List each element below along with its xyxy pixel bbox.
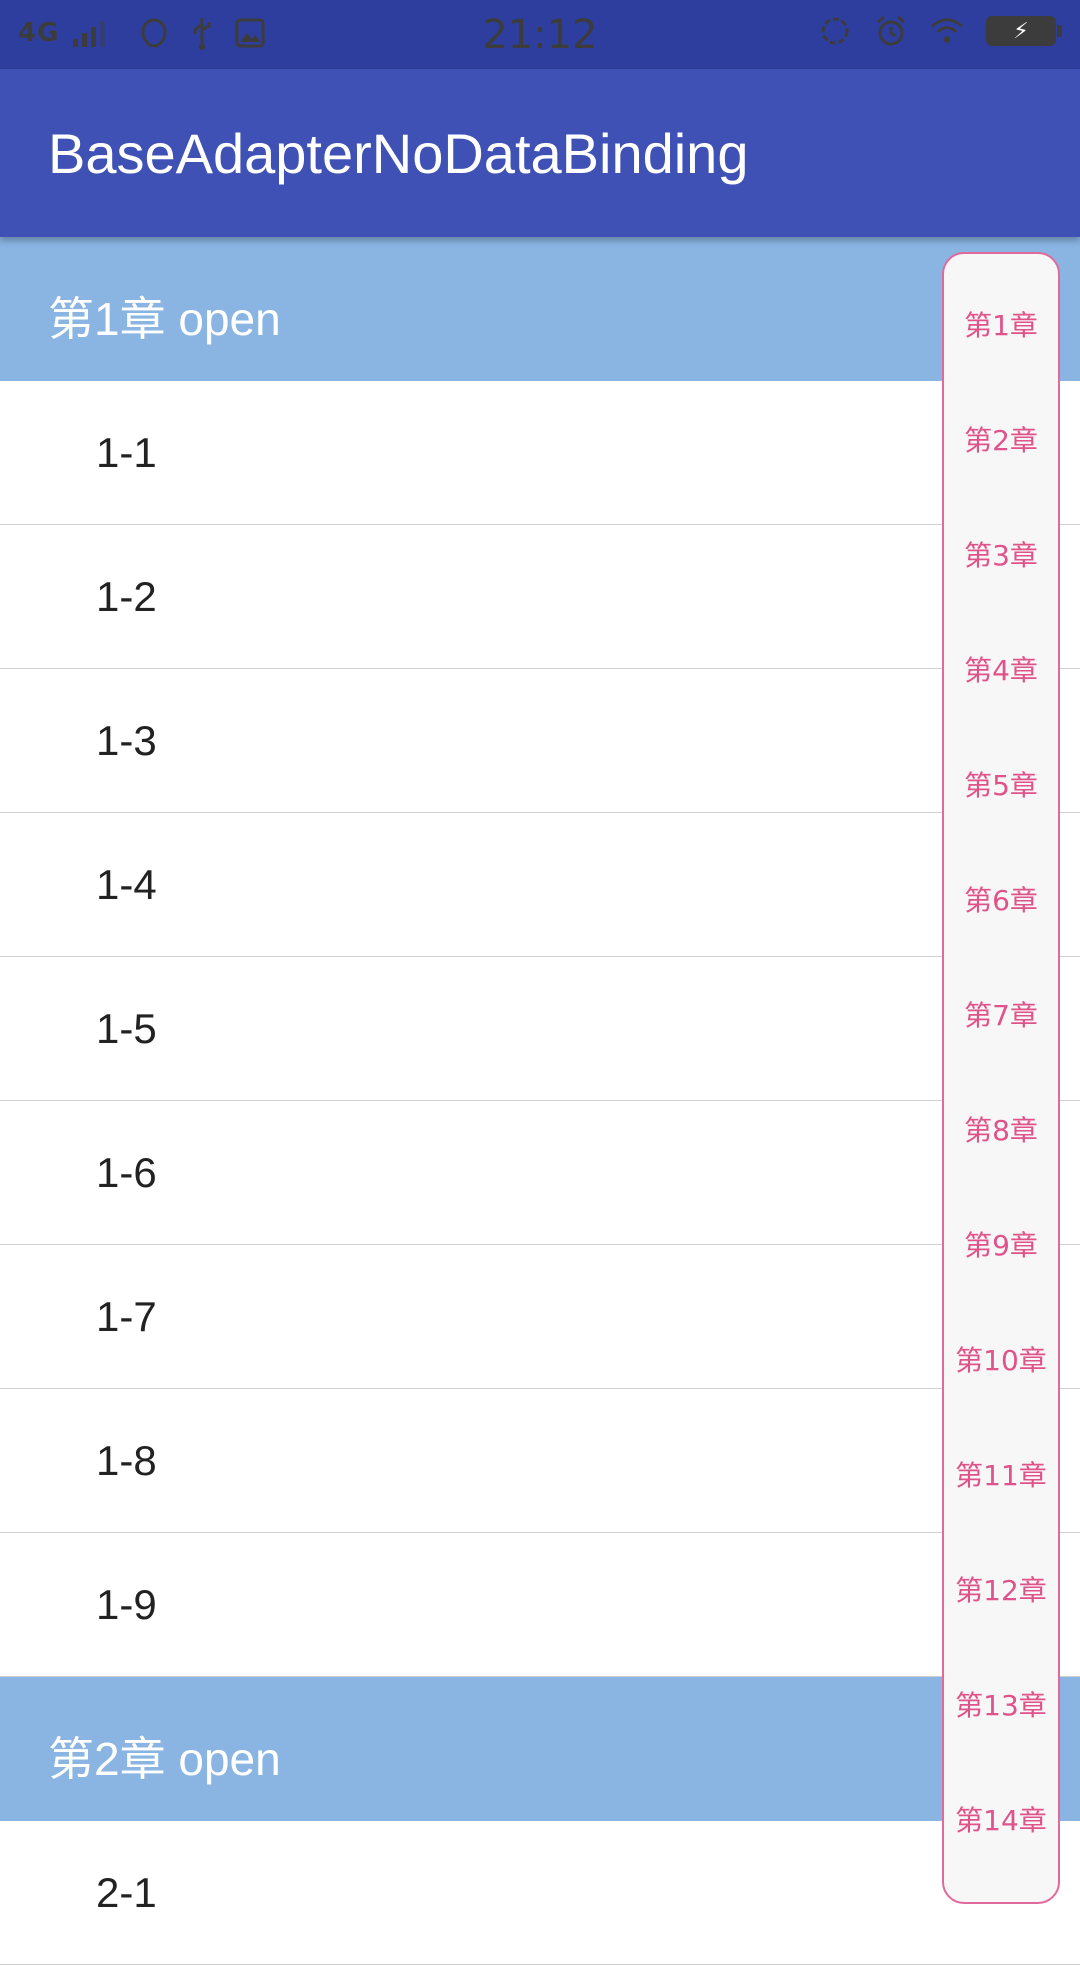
list-item[interactable]: 2-1 bbox=[0, 1821, 1080, 1965]
status-right-icons: ⚡ bbox=[818, 14, 1062, 48]
list-item-label: 1-8 bbox=[96, 1437, 157, 1484]
chapter-index-bar[interactable]: 第1章 第2章 第3章 第4章 第5章 第6章 第7章 第8章 第9章 第10章… bbox=[942, 252, 1060, 1904]
list-item[interactable]: 1-3 bbox=[0, 669, 1080, 813]
chapter-list[interactable]: 第1章 open 1-1 1-2 1-3 1-4 1-5 1-6 1-7 1-8… bbox=[0, 237, 1080, 1965]
app-title: BaseAdapterNoDataBinding bbox=[48, 122, 749, 185]
list-item-label: 1-3 bbox=[96, 717, 157, 764]
list-item[interactable]: 1-7 bbox=[0, 1245, 1080, 1389]
section-title: 第2章 open bbox=[48, 1733, 281, 1785]
index-item-7[interactable]: 第7章 bbox=[944, 956, 1058, 1071]
list-item-label: 1-2 bbox=[96, 573, 157, 620]
list-item-label: 1-1 bbox=[96, 429, 157, 476]
list-item-label: 1-5 bbox=[96, 1005, 157, 1052]
list-item[interactable]: 1-6 bbox=[0, 1101, 1080, 1245]
list-item-label: 1-9 bbox=[96, 1581, 157, 1628]
list-item[interactable]: 1-2 bbox=[0, 525, 1080, 669]
index-item-11[interactable]: 第11章 bbox=[944, 1416, 1058, 1531]
list-item[interactable]: 1-1 bbox=[0, 381, 1080, 525]
index-item-14[interactable]: 第14章 bbox=[944, 1761, 1058, 1876]
index-item-13[interactable]: 第13章 bbox=[944, 1646, 1058, 1761]
sync-icon bbox=[818, 14, 852, 48]
index-item-9[interactable]: 第9章 bbox=[944, 1186, 1058, 1301]
list-item-label: 1-4 bbox=[96, 861, 157, 908]
index-item-6[interactable]: 第6章 bbox=[944, 841, 1058, 956]
index-item-1[interactable]: 第1章 bbox=[944, 266, 1058, 381]
index-item-3[interactable]: 第3章 bbox=[944, 496, 1058, 611]
section-header-2[interactable]: 第2章 open bbox=[0, 1677, 1080, 1821]
list-item[interactable]: 1-4 bbox=[0, 813, 1080, 957]
status-bar: 4G 21:12 ⚡ bbox=[0, 0, 1080, 69]
wifi-icon bbox=[930, 14, 964, 48]
list-item[interactable]: 1-9 bbox=[0, 1533, 1080, 1677]
app-bar: BaseAdapterNoDataBinding bbox=[0, 69, 1080, 237]
index-item-5[interactable]: 第5章 bbox=[944, 726, 1058, 841]
index-item-10[interactable]: 第10章 bbox=[944, 1301, 1058, 1416]
index-item-2[interactable]: 第2章 bbox=[944, 381, 1058, 496]
index-item-4[interactable]: 第4章 bbox=[944, 611, 1058, 726]
section-header-1[interactable]: 第1章 open bbox=[0, 237, 1080, 381]
list-item[interactable]: 1-8 bbox=[0, 1389, 1080, 1533]
index-item-12[interactable]: 第12章 bbox=[944, 1531, 1058, 1646]
battery-charging-icon: ⚡ bbox=[986, 16, 1062, 46]
alarm-icon bbox=[874, 14, 908, 48]
index-item-8[interactable]: 第8章 bbox=[944, 1071, 1058, 1186]
list-item-label: 2-1 bbox=[96, 1869, 157, 1916]
list-item-label: 1-6 bbox=[96, 1149, 157, 1196]
list-item-label: 1-7 bbox=[96, 1293, 157, 1340]
section-title: 第1章 open bbox=[48, 293, 281, 345]
list-item[interactable]: 1-5 bbox=[0, 957, 1080, 1101]
